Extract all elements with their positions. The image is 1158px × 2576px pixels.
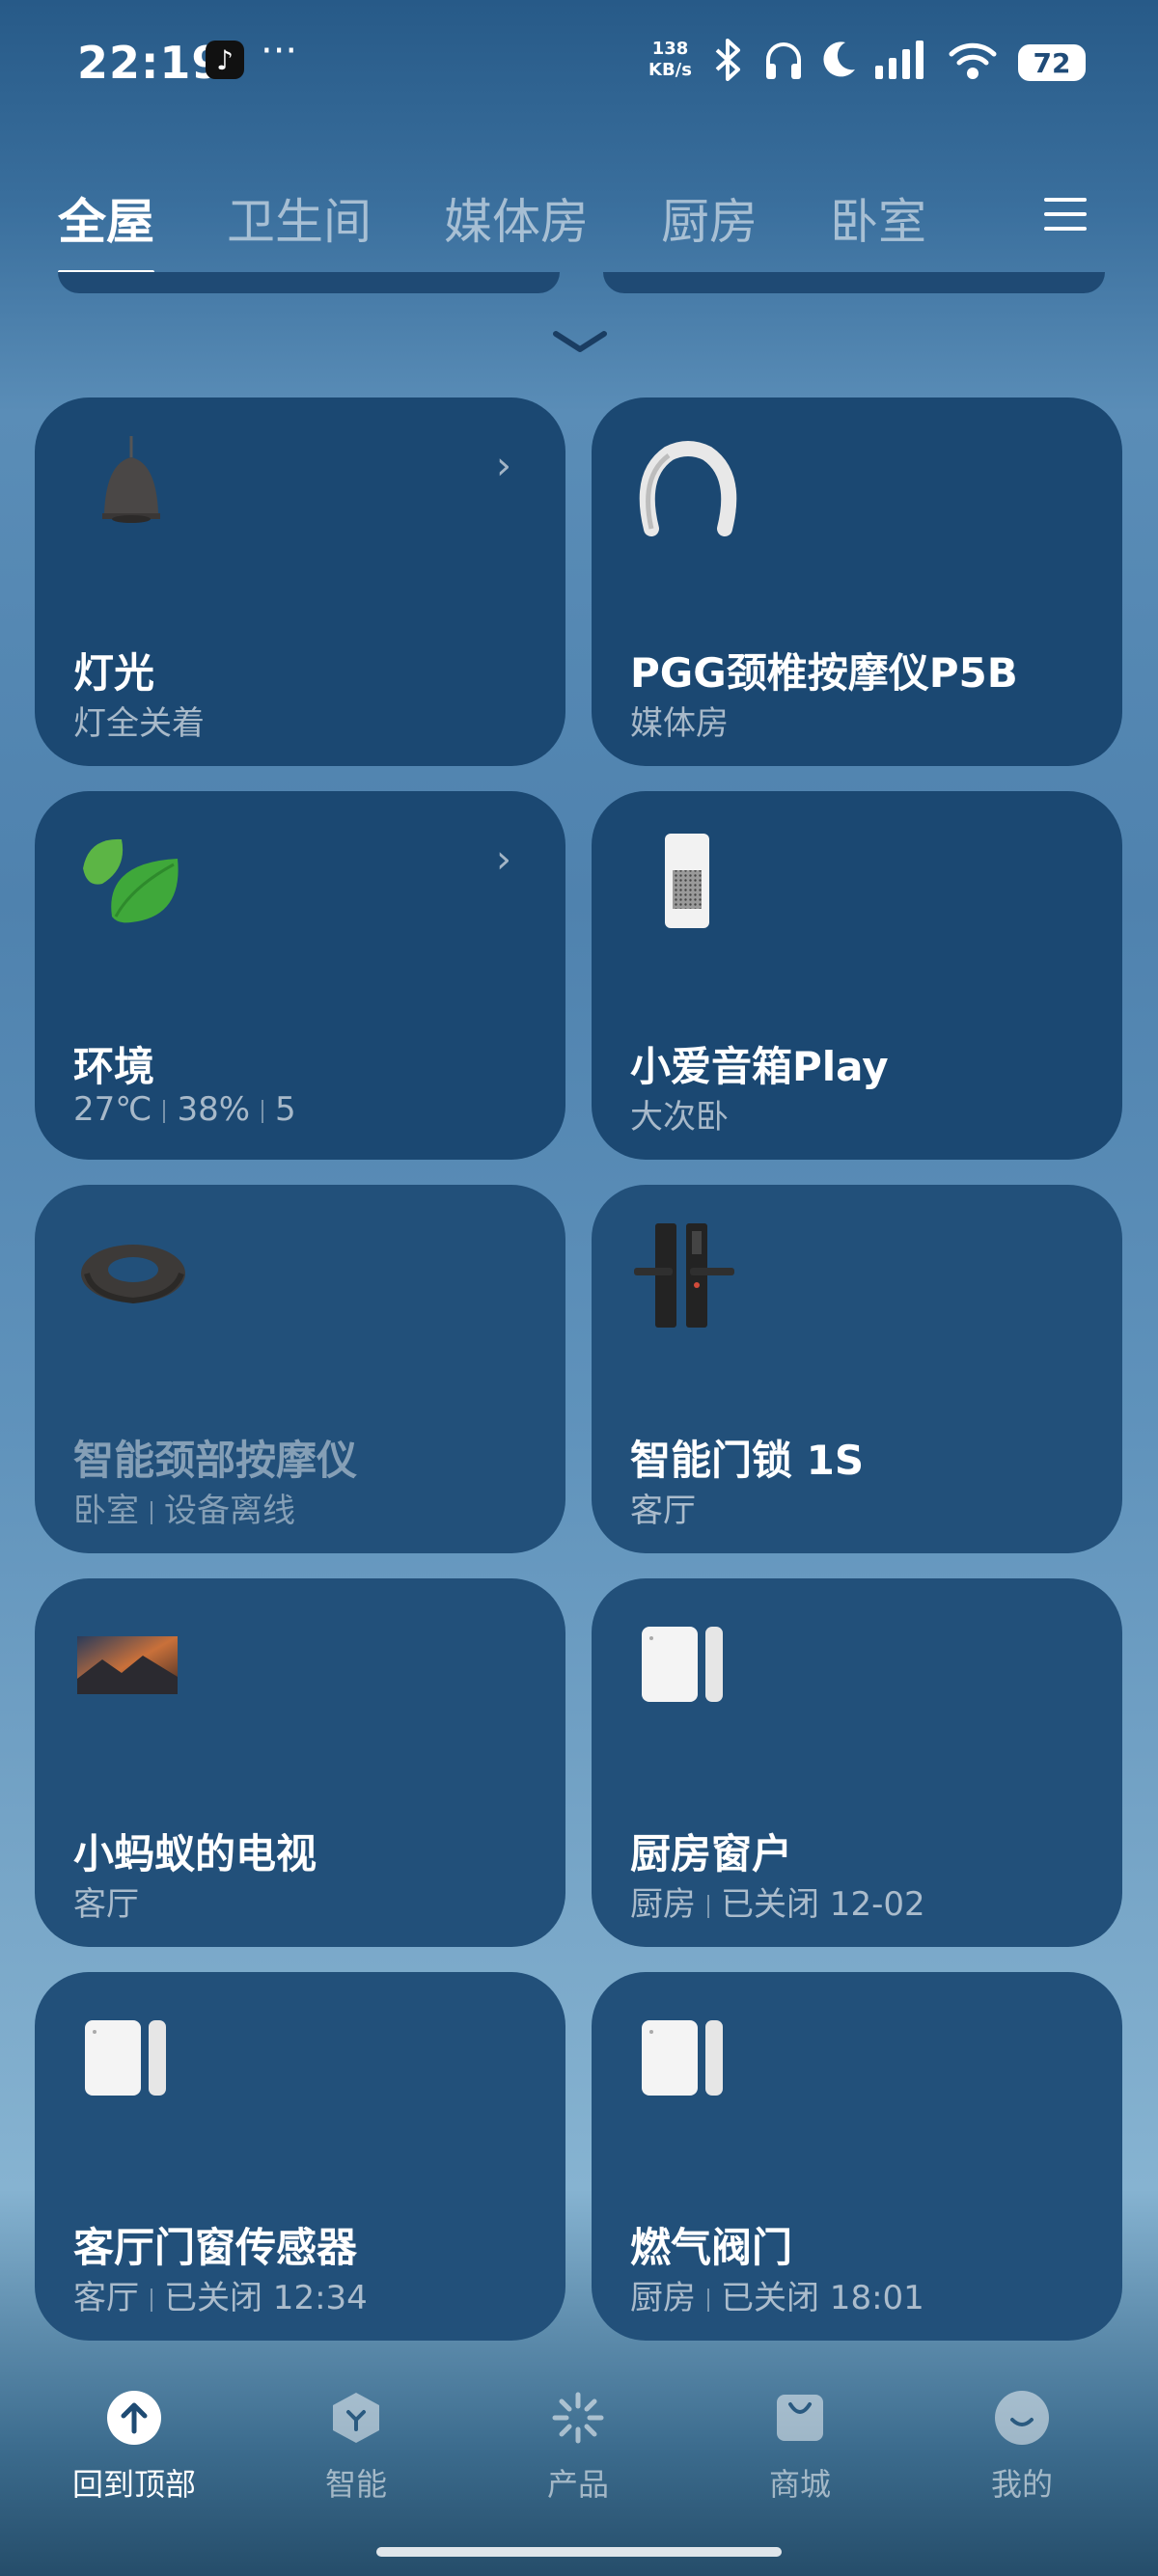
card-subtitle: 媒体房: [630, 704, 729, 743]
device-card-pgg-massager[interactable]: PGG颈椎按摩仪P5B 媒体房: [592, 397, 1122, 766]
card-subtitle: 大次卧: [630, 1098, 729, 1137]
offline-status: 设备离线: [164, 1492, 295, 1530]
card-title: 小蚂蚁的电视: [73, 1830, 317, 1877]
home-indicator[interactable]: [376, 2547, 782, 2557]
device-card-living-room-sensor[interactable]: 客厅门窗传感器 客厅 已关闭 12:34: [35, 1972, 565, 2341]
card-subtitle: 卧室 设备离线: [73, 1492, 295, 1530]
network-speed: 138 KB/s: [648, 39, 692, 81]
device-card-tv[interactable]: 小蚂蚁的电视 客厅: [35, 1578, 565, 1947]
nav-profile[interactable]: 我的: [950, 2383, 1094, 2505]
card-subtitle: 27℃ 38% 5: [73, 1090, 296, 1129]
tiktok-icon: ♪: [206, 41, 244, 79]
leaf-icon: [83, 838, 179, 923]
card-title: 厨房窗户: [630, 1830, 793, 1877]
nav-back-to-top[interactable]: 回到顶部: [62, 2383, 207, 2505]
tab-media-room[interactable]: 媒体房: [444, 183, 589, 253]
nav-products[interactable]: 产品: [506, 2383, 650, 2505]
card-subtitle: 客厅: [630, 1492, 696, 1530]
device-card-gas-valve[interactable]: 燃气阀门 厨房 已关闭 18:01: [592, 1972, 1122, 2341]
collapsed-panel-left: [58, 272, 560, 293]
device-card-xiaoai-speaker[interactable]: 小爱音箱Play 大次卧: [592, 791, 1122, 1160]
card-title: 环境: [73, 1043, 155, 1090]
card-title: 灯光: [73, 649, 155, 697]
collapsed-panel-right: [603, 272, 1105, 293]
do-not-disturb-moon-icon: [823, 41, 855, 77]
status-bar: 22:19 ♪ ··· 138 KB/s 72: [0, 0, 1158, 125]
chevron-right-icon: ›: [496, 444, 511, 488]
chevron-down-icon[interactable]: [552, 328, 608, 355]
window-sensor-icon: [642, 1627, 723, 1702]
window-sensor-icon: [85, 2020, 166, 2096]
window-sensor-icon: [642, 2020, 723, 2096]
card-title: PGG颈椎按摩仪P5B: [630, 649, 1018, 697]
tv-icon: [77, 1636, 178, 1694]
door-lock-icon: [634, 1223, 734, 1328]
product-icon: [552, 2392, 604, 2444]
tab-bedroom[interactable]: 卧室: [830, 183, 926, 253]
shop-bag-icon: [777, 2395, 823, 2441]
more-notifications-icon: ···: [261, 29, 298, 73]
tab-kitchen[interactable]: 厨房: [661, 183, 758, 253]
pendant-lamp-icon: [102, 436, 160, 523]
neck-pillow-icon: [81, 1245, 185, 1304]
cellular-signal-icon: [875, 41, 924, 79]
nav-smart[interactable]: 智能: [284, 2383, 428, 2505]
card-title: 燃气阀门: [630, 2224, 793, 2271]
speaker-icon: [665, 834, 709, 928]
card-subtitle: 客厅 已关闭 12:34: [73, 2279, 368, 2317]
card-subtitle: 厨房 已关闭 12-02: [630, 1885, 925, 1924]
card-title: 小爱音箱Play: [630, 1043, 889, 1090]
wifi-icon: [949, 42, 997, 79]
temperature-value: 27℃: [73, 1090, 152, 1129]
device-card-kitchen-window[interactable]: 厨房窗户 厨房 已关闭 12-02: [592, 1578, 1122, 1947]
battery-indicator: 72: [1018, 44, 1086, 81]
tab-whole-house[interactable]: 全屋: [58, 183, 154, 274]
device-card-door-lock[interactable]: 智能门锁 1S 客厅: [592, 1185, 1122, 1553]
headphones-icon: [766, 42, 801, 79]
network-speed-unit: KB/s: [648, 60, 692, 80]
card-title: 智能门锁 1S: [630, 1437, 865, 1484]
card-title: 客厅门窗传感器: [73, 2224, 358, 2271]
card-subtitle: 灯全关着: [73, 704, 205, 743]
room-tabs: 全屋 卫生间 媒体房 厨房 卧室: [58, 183, 999, 274]
status-time: 22:19: [77, 37, 224, 89]
nav-shop[interactable]: 商城: [728, 2383, 872, 2505]
device-card-lights[interactable]: › 灯光 灯全关着: [35, 397, 565, 766]
air-quality-value: 5: [275, 1090, 296, 1129]
neck-massager-icon: [639, 441, 737, 536]
menu-icon[interactable]: [1044, 198, 1087, 233]
bluetooth-icon: [715, 39, 740, 81]
smart-icon: [333, 2393, 379, 2443]
device-card-environment[interactable]: › 环境 27℃ 38% 5: [35, 791, 565, 1160]
tab-bathroom[interactable]: 卫生间: [227, 183, 372, 253]
profile-icon: [995, 2391, 1049, 2445]
chevron-right-icon: ›: [496, 837, 511, 882]
card-subtitle: 厨房 已关闭 18:01: [630, 2279, 924, 2317]
device-card-neck-massager[interactable]: 智能颈部按摩仪 卧室 设备离线: [35, 1185, 565, 1553]
card-title: 智能颈部按摩仪: [73, 1437, 358, 1484]
arrow-up-icon: [107, 2391, 161, 2445]
card-subtitle: 客厅: [73, 1885, 139, 1924]
bottom-nav: 回到顶部 智能 产品 商城 我的: [0, 2383, 1158, 2518]
network-speed-value: 138: [651, 39, 689, 59]
humidity-value: 38%: [177, 1090, 251, 1129]
